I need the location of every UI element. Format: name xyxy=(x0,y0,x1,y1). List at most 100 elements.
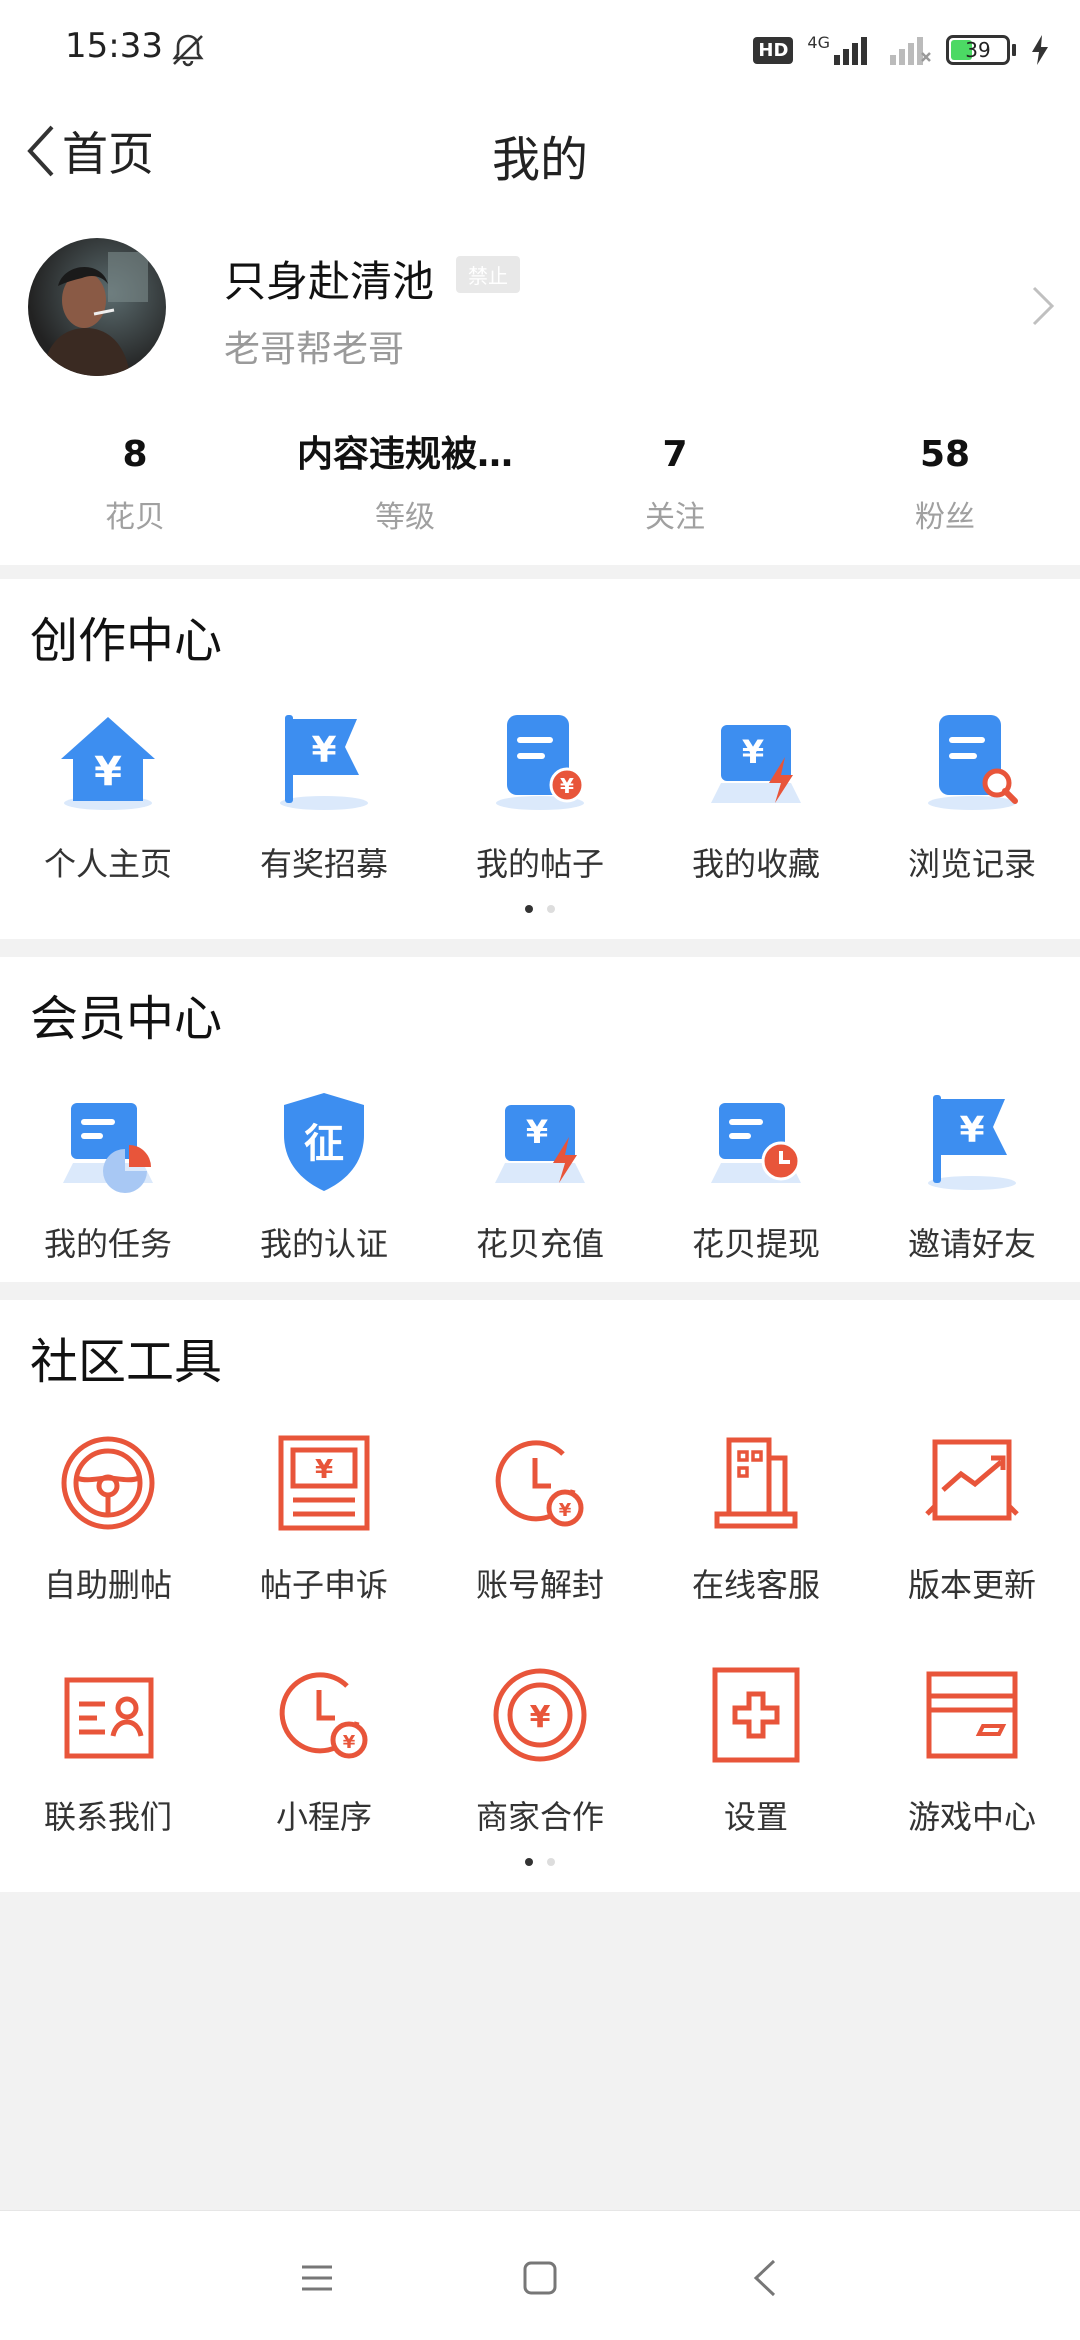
ban-badge: 禁止 xyxy=(456,256,520,293)
svg-text:¥: ¥ xyxy=(343,1732,356,1753)
signal-weak-icon xyxy=(890,37,931,65)
back-triangle-icon[interactable] xyxy=(742,2253,792,2303)
grid-item-appeal[interactable]: ¥ 帖子申诉 xyxy=(216,1428,432,1606)
clipboard-search-icon xyxy=(928,715,1018,810)
grid-item-contact[interactable]: 联系我们 xyxy=(0,1660,216,1838)
grid-item-homepage[interactable]: ¥ 个人主页 xyxy=(0,707,216,885)
svg-text:¥: ¥ xyxy=(742,733,764,771)
page-dot-active xyxy=(525,1858,533,1866)
charging-bolt-icon xyxy=(1032,35,1048,65)
grid-item-unban[interactable]: ¥ 账号解封 xyxy=(432,1428,648,1606)
clock-yuan-icon: ¥ xyxy=(495,1440,584,1527)
steering-wheel-icon xyxy=(61,1436,155,1530)
stat-value: 7 xyxy=(662,434,688,475)
stat-following[interactable]: 7 关注 xyxy=(540,432,810,536)
grid-item-label: 在线客服 xyxy=(691,1566,820,1604)
username: 只身赴清池 xyxy=(224,257,435,306)
svg-text:¥: ¥ xyxy=(560,774,574,798)
page-dot xyxy=(547,1858,555,1866)
grid-item-invite[interactable]: ¥ 邀请好友 xyxy=(864,1087,1080,1265)
grid-item-games[interactable]: 游戏中心 xyxy=(864,1660,1080,1838)
hd-badge: HD xyxy=(753,36,794,64)
stat-fans[interactable]: 58 粉丝 xyxy=(810,432,1080,536)
chevron-right-icon[interactable] xyxy=(1028,284,1058,328)
stat-value: 8 xyxy=(122,434,148,475)
laptop-bolt-icon: ¥ xyxy=(495,1105,585,1183)
svg-text:¥: ¥ xyxy=(526,1113,548,1151)
grid-item-label: 花贝充值 xyxy=(475,1225,604,1263)
network-type: 4G xyxy=(807,33,830,52)
stat-label: 关注 xyxy=(645,500,705,535)
grid-item-label: 我的收藏 xyxy=(691,845,820,883)
menu-icon[interactable] xyxy=(292,2253,342,2303)
home-square-icon[interactable] xyxy=(515,2253,565,2303)
avatar[interactable] xyxy=(28,238,166,376)
section-title: 会员中心 xyxy=(30,991,223,1047)
stat-value: 内容违规被… xyxy=(296,434,513,475)
profile-stats: 8 花贝 内容违规被… 等级 7 关注 58 粉丝 xyxy=(0,432,1080,536)
status-bar: 15:33 HD 4G 39 xyxy=(0,0,1080,100)
clock-yuan-icon: ¥ xyxy=(279,1672,368,1759)
grid-item-label: 花贝提现 xyxy=(691,1225,820,1263)
grid-item-history[interactable]: 浏览记录 xyxy=(864,707,1080,885)
grid-item-label: 我的帖子 xyxy=(475,845,604,883)
svg-text:¥: ¥ xyxy=(959,1110,984,1151)
grid-item-settings[interactable]: 设置 xyxy=(648,1660,864,1838)
grid-item-label: 自助删帖 xyxy=(43,1566,172,1604)
battery-level: 39 xyxy=(965,38,991,62)
member-center: 会员中心 我的任务 征 我的认证 ¥ 花贝充值 花贝提现 ¥ 邀请好友 xyxy=(0,957,1080,1282)
page-dot xyxy=(547,905,555,913)
stat-coins[interactable]: 8 花贝 xyxy=(0,432,270,536)
stat-label: 粉丝 xyxy=(915,500,975,535)
grid-item-label: 浏览记录 xyxy=(907,845,1036,883)
svg-text:¥: ¥ xyxy=(559,1500,572,1521)
grid-item-label: 设置 xyxy=(723,1798,788,1836)
grid-item-verify[interactable]: 征 我的认证 xyxy=(216,1087,432,1265)
section-title: 创作中心 xyxy=(30,613,223,669)
grid-item-mini-program[interactable]: ¥ 小程序 xyxy=(216,1660,432,1838)
grid-item-self-delete[interactable]: 自助删帖 xyxy=(0,1428,216,1606)
clipboard-yuan-icon: ¥ xyxy=(496,715,585,810)
grid-item-merchant[interactable]: ¥ 商家合作 xyxy=(432,1660,648,1838)
chart-trend-icon xyxy=(925,1439,1019,1521)
status-indicators: HD 4G 39 xyxy=(753,28,1050,72)
stat-label: 花贝 xyxy=(105,500,165,535)
grid-item-label: 帖子申诉 xyxy=(259,1566,388,1604)
grid-item-posts[interactable]: ¥ 我的帖子 xyxy=(432,707,648,885)
grid-item-tasks[interactable]: 我的任务 xyxy=(0,1087,216,1265)
grid-item-label: 个人主页 xyxy=(43,845,172,883)
tools-grid-row-1: 自助删帖 ¥ 帖子申诉 ¥ 账号解封 在线客服 版本更新 xyxy=(0,1428,1080,1606)
plus-box-icon xyxy=(712,1667,800,1763)
creation-center: 创作中心 ¥ 个人主页 ¥ 有奖招募 ¥ 我的帖子 ¥ 我的收藏 浏览记录 xyxy=(0,579,1080,939)
laptop-bolt-icon: ¥ xyxy=(711,725,801,803)
status-time: 15:33 xyxy=(65,26,163,66)
stat-level[interactable]: 内容违规被… 等级 xyxy=(270,432,540,536)
page-indicator xyxy=(0,1858,1080,1866)
contact-card-icon xyxy=(64,1677,154,1759)
user-subtitle: 老哥帮老哥 xyxy=(224,329,405,370)
profile-card[interactable]: 只身赴清池 禁止 老哥帮老哥 8 花贝 内容违规被… 等级 7 关注 58 粉丝 xyxy=(0,200,1080,565)
system-nav-bar xyxy=(0,2210,1080,2340)
building-icon xyxy=(714,1437,798,1529)
grid-item-favorites[interactable]: ¥ 我的收藏 xyxy=(648,707,864,885)
shield-verify-icon: 征 xyxy=(284,1093,364,1191)
grid-item-recharge[interactable]: ¥ 花贝充值 xyxy=(432,1087,648,1265)
flag-yuan-icon: ¥ xyxy=(280,715,368,810)
grid-item-label: 账号解封 xyxy=(475,1566,604,1604)
community-tools: 社区工具 自助删帖 ¥ 帖子申诉 ¥ 账号解封 在线客服 版本更新 联系我们 ¥… xyxy=(0,1300,1080,1892)
grid-item-recruit[interactable]: ¥ 有奖招募 xyxy=(216,707,432,885)
grid-item-withdraw[interactable]: 花贝提现 xyxy=(648,1087,864,1265)
svg-text:¥: ¥ xyxy=(315,1455,333,1485)
banknote-icon: ¥ xyxy=(278,1435,370,1531)
bell-muted-icon xyxy=(172,34,204,67)
section-title: 社区工具 xyxy=(30,1334,223,1390)
grid-item-label: 游戏中心 xyxy=(907,1798,1036,1836)
svg-text:¥: ¥ xyxy=(94,749,122,795)
battery-cap xyxy=(1012,44,1016,56)
nav-bar: 首页 我的 xyxy=(0,100,1080,200)
page-dot-active xyxy=(525,905,533,913)
grid-item-update[interactable]: 版本更新 xyxy=(864,1428,1080,1606)
battery-icon: 39 xyxy=(946,35,1010,65)
grid-item-support[interactable]: 在线客服 xyxy=(648,1428,864,1606)
signal-4g-icon: 4G xyxy=(807,35,876,65)
